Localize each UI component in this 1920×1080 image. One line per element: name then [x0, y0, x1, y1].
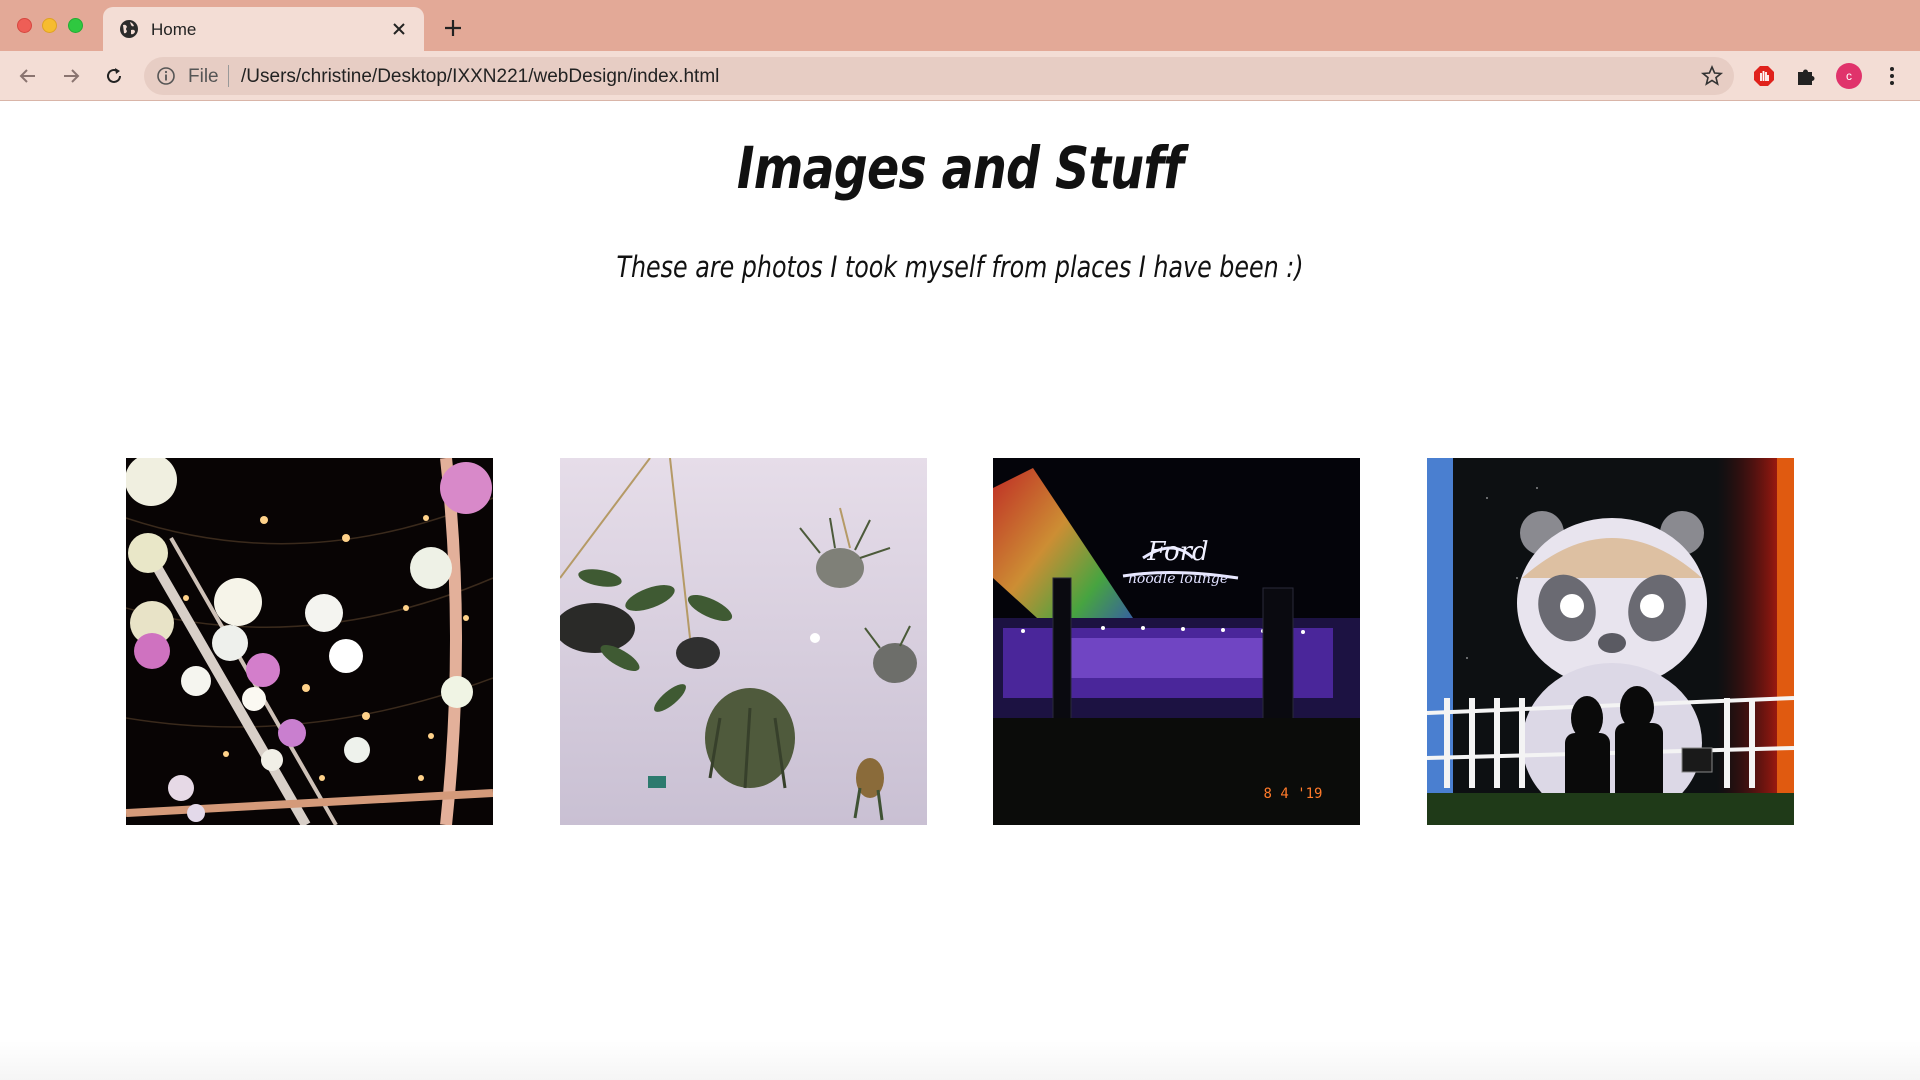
page-subtitle: These are photos I took myself from plac…	[616, 250, 1304, 284]
svg-text:Ford: Ford	[1146, 537, 1208, 567]
avatar: c	[1836, 63, 1862, 89]
photo-neon-lounge: Ford noodle lounge 8 4 '19	[993, 458, 1360, 825]
reload-icon	[107, 68, 121, 83]
info-icon[interactable]	[156, 66, 176, 86]
shield-hand-icon	[1754, 66, 1774, 86]
plus-icon	[445, 20, 461, 36]
browser-toolbar: File /Users/christine/Desktop/IXXN221/we…	[0, 51, 1920, 101]
tab-title: Home	[151, 20, 197, 39]
forward-button[interactable]	[55, 60, 87, 92]
photo-lanterns	[126, 458, 493, 825]
more-vertical-icon	[1890, 67, 1894, 85]
back-button[interactable]	[12, 60, 44, 92]
browser-tab-home[interactable]: Home	[103, 7, 424, 51]
photo-date-stamp: 8 4 '19	[1263, 786, 1322, 802]
arrow-right-icon	[64, 69, 80, 83]
tab-close-button[interactable]	[386, 16, 412, 42]
extensions-button[interactable]	[1792, 62, 1820, 90]
close-icon	[393, 23, 405, 35]
star-icon[interactable]	[1700, 64, 1724, 88]
arrow-left-icon	[19, 69, 35, 83]
hanging-plants-image	[560, 458, 927, 825]
globe-icon	[120, 20, 138, 38]
svg-text:noodle lounge: noodle lounge	[1128, 571, 1228, 587]
page-title: Images and Stuff	[736, 134, 1184, 202]
url-text[interactable]: /Users/christine/Desktop/IXXN221/webDesi…	[241, 66, 719, 88]
divider	[228, 65, 229, 87]
puzzle-icon	[1798, 69, 1815, 85]
photo-hanging-plants	[560, 458, 927, 825]
profile-button[interactable]: c	[1835, 62, 1863, 90]
web-page: Images and Stuff These are photos I took…	[0, 102, 1920, 1080]
window-bottom-shadow	[0, 1040, 1920, 1080]
adblock-extension-button[interactable]	[1750, 62, 1778, 90]
panda-image	[1427, 458, 1794, 825]
photo-illuminated-panda	[1427, 458, 1794, 825]
window-close-button[interactable]	[17, 18, 32, 33]
window-zoom-button[interactable]	[68, 18, 83, 33]
tab-strip: Home	[0, 0, 1920, 51]
scheme-label: File	[188, 66, 219, 87]
lanterns-image	[126, 458, 493, 825]
browser-menu-button[interactable]	[1878, 62, 1906, 90]
window-minimize-button[interactable]	[42, 18, 57, 33]
neon-lounge-image: Ford noodle lounge 8 4 '19	[993, 458, 1360, 825]
new-tab-button[interactable]	[439, 14, 467, 42]
reload-button[interactable]	[98, 60, 130, 92]
address-bar[interactable]: File /Users/christine/Desktop/IXXN221/we…	[144, 57, 1734, 95]
